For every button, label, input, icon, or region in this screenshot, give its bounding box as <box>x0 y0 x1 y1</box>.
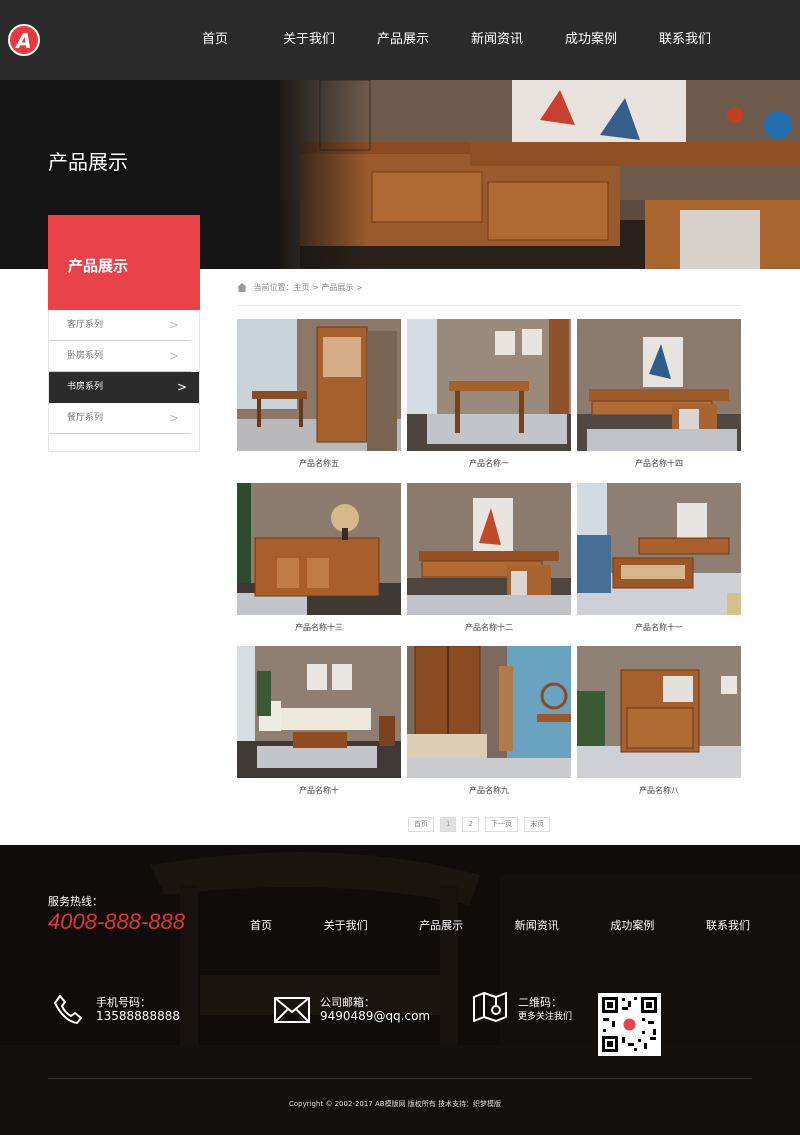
product-image[interactable] <box>237 646 401 778</box>
banner-title: 产品展示 <box>48 150 128 174</box>
hotline-number: 4008-888-888 <box>48 909 186 934</box>
product-image[interactable] <box>407 319 571 451</box>
product-card[interactable]: 产品名称九 <box>407 646 571 796</box>
product-name[interactable]: 产品名称五 <box>237 458 401 469</box>
product-name[interactable]: 产品名称十四 <box>577 458 741 469</box>
hotline-label: 服务热线： <box>48 895 103 908</box>
footer-nav-news[interactable]: 新闻资讯 <box>515 917 559 933</box>
chevron-right-icon: > <box>168 349 179 363</box>
product-image[interactable] <box>577 319 741 451</box>
map-location-icon <box>473 992 507 1022</box>
main-nav: 首页 关于我们 产品展示 新闻资讯 成功案例 联系我们 <box>168 0 732 80</box>
product-name[interactable]: 产品名称九 <box>407 785 571 796</box>
sidebar-item-study[interactable]: 书房系列 > <box>49 372 199 403</box>
phone-label: 手机号码： <box>96 996 151 1009</box>
page-1-button[interactable]: 1 <box>440 817 457 832</box>
site-footer: 服务热线： 4008-888-888 首页 关于我们 产品展示 新闻资讯 成功案… <box>0 845 800 1135</box>
logo[interactable]: A <box>8 24 40 56</box>
product-card[interactable]: 产品名称十一 <box>577 483 741 633</box>
phone-icon <box>54 995 82 1024</box>
product-name[interactable]: 产品名称十 <box>237 785 401 796</box>
sidebar-item-label: 书房系列 <box>67 382 104 392</box>
pagination: 首页 1 2 下一页 末页 <box>408 817 550 832</box>
footer-background-photo <box>0 845 800 1135</box>
home-icon <box>237 283 247 292</box>
product-card[interactable]: 产品名称一 <box>407 319 571 469</box>
chevron-right-icon: > <box>168 411 179 425</box>
chevron-right-icon: > <box>168 318 179 332</box>
sidebar-item-label: 客厅系列 <box>67 320 104 330</box>
mail-icon <box>274 997 310 1023</box>
qr-code-image <box>598 993 661 1056</box>
nav-item-contact[interactable]: 联系我们 <box>638 0 732 80</box>
footer-nav-home[interactable]: 首页 <box>250 917 272 933</box>
product-image[interactable] <box>237 319 401 451</box>
page-first-button[interactable]: 首页 <box>408 817 434 832</box>
footer-nav-cases[interactable]: 成功案例 <box>610 917 654 933</box>
product-card[interactable]: 产品名称八 <box>577 646 741 796</box>
sidebar-item-dining[interactable]: 餐厅系列 > <box>49 403 191 434</box>
sidebar-item-bedroom[interactable]: 卧房系列 > <box>49 341 191 372</box>
footer-nav-about[interactable]: 关于我们 <box>324 917 368 933</box>
nav-item-about[interactable]: 关于我们 <box>262 0 356 80</box>
sidebar-title: 产品展示 <box>48 215 200 310</box>
product-image[interactable] <box>237 483 401 615</box>
site-header: A 首页 关于我们 产品展示 新闻资讯 成功案例 联系我们 <box>0 0 800 80</box>
sidebar-list: 客厅系列 > 卧房系列 > 书房系列 > 餐厅系列 > <box>48 310 200 452</box>
footer-divider <box>48 1078 752 1079</box>
logo-letter: A <box>16 29 32 53</box>
product-name[interactable]: 产品名称十二 <box>407 622 571 633</box>
page-next-button[interactable]: 下一页 <box>484 817 518 832</box>
breadcrumb-text: 当前位置：主页 > 产品展示 > <box>253 283 363 292</box>
product-card[interactable]: 产品名称十二 <box>407 483 571 633</box>
page-last-button[interactable]: 末页 <box>523 817 550 832</box>
product-card[interactable]: 产品名称十四 <box>577 319 741 469</box>
email-address: 9490489@qq.com <box>320 1009 431 1023</box>
nav-item-news[interactable]: 新闻资讯 <box>450 0 544 80</box>
product-name[interactable]: 产品名称十三 <box>237 622 401 633</box>
product-image[interactable] <box>577 646 741 778</box>
nav-item-home[interactable]: 首页 <box>168 0 262 80</box>
product-name[interactable]: 产品名称一 <box>407 458 571 469</box>
breadcrumb: 当前位置：主页 > 产品展示 > <box>237 279 741 306</box>
nav-item-cases[interactable]: 成功案例 <box>544 0 638 80</box>
page-2-button[interactable]: 2 <box>462 817 479 832</box>
nav-item-products[interactable]: 产品展示 <box>356 0 450 80</box>
qr-subtitle: 更多关注我们 <box>518 1012 573 1022</box>
product-image[interactable] <box>577 483 741 615</box>
phone-number: 13588888888 <box>96 1009 180 1023</box>
product-card[interactable]: 产品名称十 <box>237 646 401 796</box>
product-image[interactable] <box>407 483 571 615</box>
sidebar-item-label: 餐厅系列 <box>67 413 104 423</box>
product-name[interactable]: 产品名称十一 <box>577 622 741 633</box>
qr-label: 二维码： <box>518 996 562 1009</box>
email-label: 公司邮箱： <box>320 996 375 1009</box>
category-sidebar: 产品展示 客厅系列 > 卧房系列 > 书房系列 > 餐厅系列 > <box>48 215 200 452</box>
product-card[interactable]: 产品名称十三 <box>237 483 401 633</box>
copyright-text: Copyright © 2002-2017 AB模版网 版权所有 技术支持：织梦… <box>288 1100 502 1108</box>
qr-code[interactable] <box>598 993 661 1056</box>
chevron-right-icon: > <box>176 380 187 394</box>
sidebar-item-label: 卧房系列 <box>67 351 104 361</box>
footer-nav: 首页 关于我们 产品展示 新闻资讯 成功案例 联系我们 <box>250 917 750 933</box>
sidebar-item-living-room[interactable]: 客厅系列 > <box>49 310 191 341</box>
product-image[interactable] <box>407 646 571 778</box>
footer-nav-products[interactable]: 产品展示 <box>419 917 463 933</box>
product-name[interactable]: 产品名称八 <box>577 785 741 796</box>
footer-nav-contact[interactable]: 联系我们 <box>706 917 750 933</box>
product-card[interactable]: 产品名称五 <box>237 319 401 469</box>
